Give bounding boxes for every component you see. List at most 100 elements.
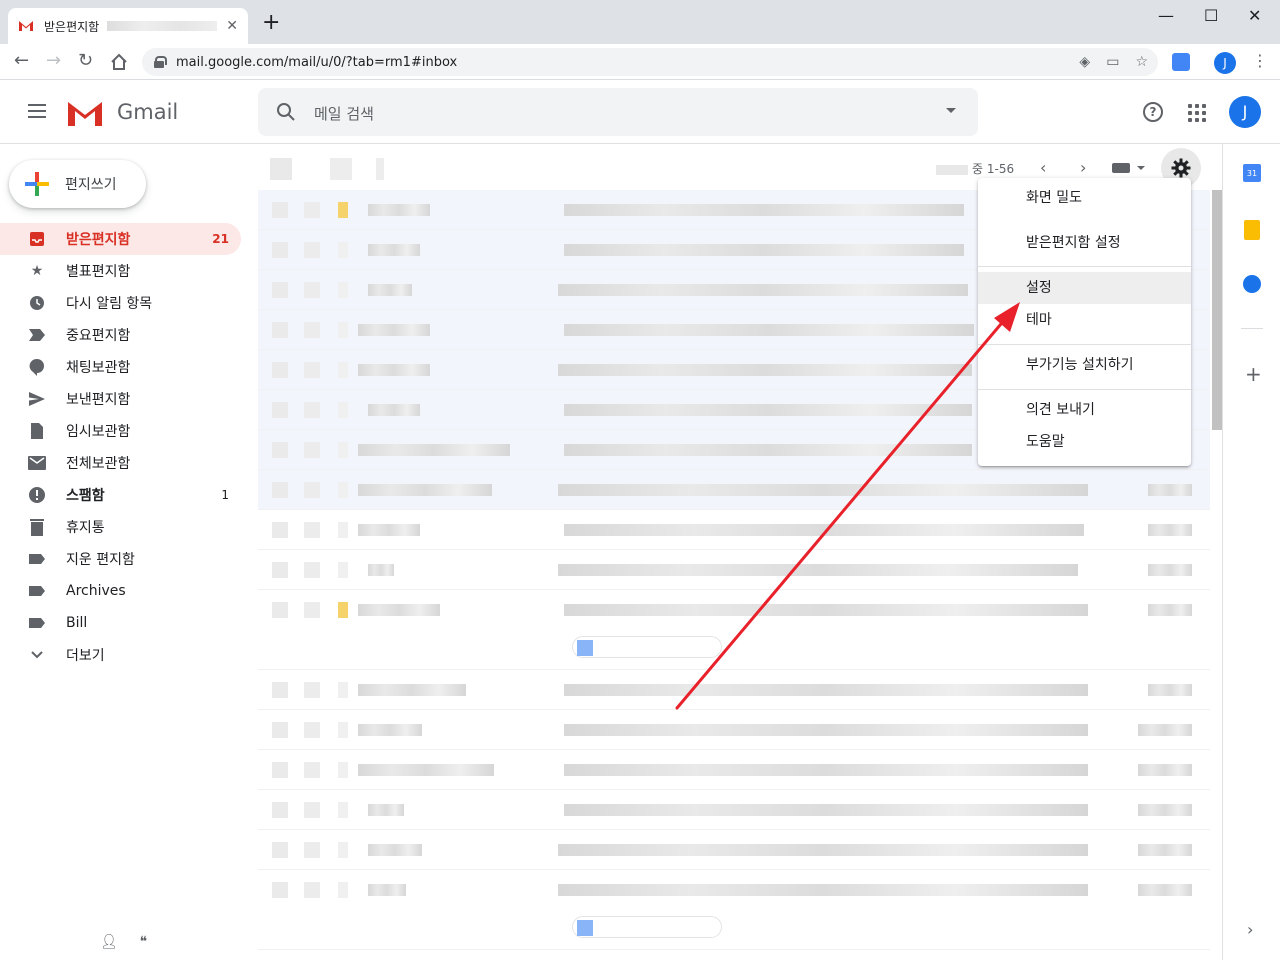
menu-item-help[interactable]: 도움말: [978, 426, 1191, 458]
sidebar-item-archives[interactable]: Archives: [0, 575, 241, 607]
menu-divider: [978, 344, 1191, 345]
menu-item-get-addons[interactable]: 부가기능 설치하기: [978, 349, 1191, 381]
older-page-icon[interactable]: ›: [1080, 158, 1086, 177]
extension-icon[interactable]: [1172, 53, 1190, 71]
mail-row-blurred[interactable]: [258, 710, 1210, 750]
maximize-window-icon[interactable]: ☐: [1204, 6, 1218, 25]
help-icon[interactable]: ?: [1143, 102, 1163, 122]
sidebar-item-label: Archives: [66, 583, 126, 599]
sidebar-item-label: 스팸함: [66, 488, 105, 504]
person-icon[interactable]: 👤︎: [100, 934, 118, 950]
mail-row-blurred[interactable]: [258, 670, 1210, 710]
input-tools-icon[interactable]: [1112, 163, 1130, 173]
close-tab-icon[interactable]: ✕: [226, 18, 238, 34]
tab-title-blurred: [107, 21, 218, 31]
menu-item-display-density[interactable]: 화면 밀도: [978, 182, 1191, 214]
mail-row-blurred[interactable]: [258, 830, 1210, 870]
sidebar-item-snoozed[interactable]: 다시 알림 항목: [0, 287, 241, 319]
mail-search-box[interactable]: 메일 검색: [258, 88, 978, 136]
important-icon: [28, 326, 46, 344]
gmail-favicon-icon: [19, 21, 33, 31]
star-icon: ★: [30, 263, 44, 279]
apps-grid-icon[interactable]: [1188, 104, 1206, 122]
address-bar[interactable]: mail.google.com/mail/u/0/?tab=rm1#inbox …: [142, 48, 1158, 76]
main-menu-icon[interactable]: [28, 104, 46, 118]
account-avatar[interactable]: J: [1229, 96, 1261, 128]
bookmark-star-icon[interactable]: ☆: [1135, 54, 1148, 70]
gmail-header: Gmail 메일 검색 ? J: [0, 80, 1280, 144]
sidebar-item-more[interactable]: 더보기: [0, 639, 241, 671]
mail-list-scrollbar[interactable]: [1212, 190, 1222, 430]
chevron-down-icon: [28, 646, 46, 664]
menu-item-themes[interactable]: 테마: [978, 304, 1191, 336]
sidebar-item-deleted-folder[interactable]: 지운 편지함: [0, 543, 241, 575]
sidebar-item-label: 지운 편지함: [66, 552, 135, 568]
side-panel-divider: [1241, 328, 1263, 329]
attachment-chip-blurred[interactable]: [572, 636, 722, 658]
add-addon-icon[interactable]: +: [1245, 362, 1262, 386]
sidebar-item-trash[interactable]: 휴지통: [0, 511, 241, 543]
label-icon: [28, 550, 46, 568]
hangouts-icon[interactable]: ❝: [140, 934, 148, 950]
sidebar-item-drafts[interactable]: 임시보관함: [0, 415, 241, 447]
sidebar-item-sent[interactable]: 보낸편지함: [0, 383, 241, 415]
select-all-checkbox-blurred[interactable]: [270, 158, 292, 180]
compose-button[interactable]: 편지쓰기: [9, 160, 146, 208]
sidebar-item-bill[interactable]: Bill: [0, 607, 241, 639]
browser-tab-bar: 받은편지함 ✕ + — ☐ ✕: [0, 0, 1280, 44]
collapse-panel-icon[interactable]: ›: [1247, 920, 1253, 939]
mail-row-blurred[interactable]: [258, 590, 1210, 670]
newer-page-icon[interactable]: ‹: [1040, 158, 1046, 177]
sidebar-item-spam[interactable]: 스팸함 1: [0, 479, 241, 511]
sidebar-nav: 받은편지함 21 ★ 별표편지함 다시 알림 항목 중요편지함 채팅보관함 보낸…: [0, 223, 256, 671]
search-input[interactable]: 메일 검색: [314, 103, 374, 124]
search-icon[interactable]: [276, 102, 296, 122]
sidebar-item-important[interactable]: 중요편지함: [0, 319, 241, 351]
inbox-icon: [28, 230, 46, 248]
attachment-chip-blurred[interactable]: [572, 916, 722, 938]
sidebar-item-inbox[interactable]: 받은편지함 21: [0, 223, 241, 255]
refresh-icon-blurred[interactable]: [330, 158, 352, 180]
sidebar-item-all-mail[interactable]: 전체보관함: [0, 447, 241, 479]
mail-row-blurred[interactable]: [258, 470, 1210, 510]
menu-divider: [978, 266, 1191, 267]
sidebar-item-chats[interactable]: 채팅보관함: [0, 351, 241, 383]
sidebar-item-label: 더보기: [66, 648, 105, 664]
mail-row-blurred[interactable]: [258, 750, 1210, 790]
trash-icon: [28, 518, 46, 536]
reload-icon[interactable]: ↻: [78, 52, 93, 70]
minimize-window-icon[interactable]: —: [1158, 6, 1174, 25]
forward-icon[interactable]: →: [46, 52, 61, 70]
sidebar-item-label: 임시보관함: [66, 424, 131, 440]
sidebar-item-label: 별표편지함: [66, 264, 131, 280]
gmail-logo-icon: [68, 102, 102, 126]
search-options-icon[interactable]: [946, 108, 956, 113]
cast-icon[interactable]: ▭: [1106, 54, 1119, 70]
mail-row-blurred[interactable]: [258, 870, 1210, 950]
tracking-icon[interactable]: ◈: [1079, 54, 1090, 70]
tasks-icon[interactable]: [1243, 275, 1261, 293]
calendar-icon[interactable]: 31: [1243, 164, 1261, 182]
gear-icon: [1171, 158, 1191, 178]
browser-profile-avatar[interactable]: J: [1214, 52, 1236, 74]
close-window-icon[interactable]: ✕: [1248, 6, 1261, 25]
keep-icon[interactable]: [1244, 220, 1260, 240]
draft-icon: [28, 422, 46, 440]
menu-item-send-feedback[interactable]: 의견 보내기: [978, 394, 1191, 426]
browser-menu-icon[interactable]: ⋮: [1252, 51, 1268, 70]
mail-row-blurred[interactable]: [258, 550, 1210, 590]
settings-dropdown-menu: 화면 밀도 받은편지함 설정 설정 테마 부가기능 설치하기 의견 보내기 도움…: [978, 178, 1191, 466]
more-icon-blurred[interactable]: [376, 158, 384, 180]
home-icon[interactable]: [110, 53, 128, 71]
input-tools-caret-icon[interactable]: [1137, 166, 1145, 170]
new-tab-button[interactable]: +: [262, 12, 280, 34]
clock-icon: [28, 294, 46, 312]
mail-row-blurred[interactable]: [258, 510, 1210, 550]
back-icon[interactable]: ←: [14, 52, 29, 70]
menu-item-inbox-settings[interactable]: 받은편지함 설정: [978, 227, 1191, 259]
mail-row-blurred[interactable]: [258, 790, 1210, 830]
sidebar-item-starred[interactable]: ★ 별표편지함: [0, 255, 241, 287]
mail-icon: [28, 454, 46, 472]
menu-item-settings[interactable]: 설정: [978, 272, 1191, 304]
browser-tab[interactable]: 받은편지함 ✕: [8, 8, 248, 44]
